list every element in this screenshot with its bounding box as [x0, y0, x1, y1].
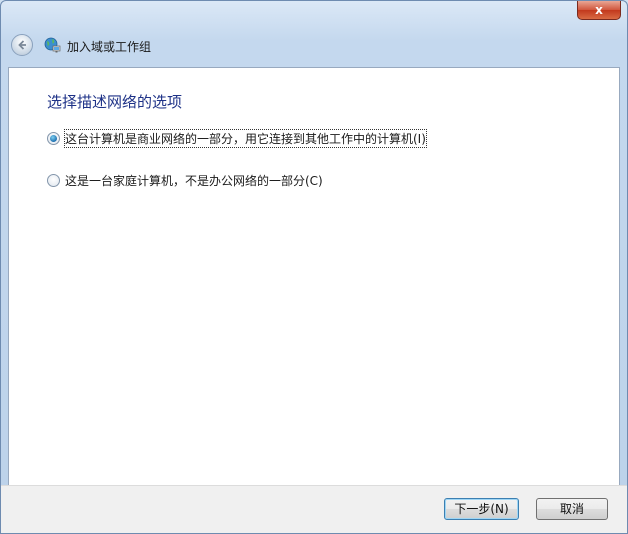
- home-computer-label[interactable]: 这是一台家庭计算机，不是办公网络的一部分(C): [65, 172, 323, 189]
- close-icon: x: [595, 3, 603, 17]
- home-computer-radio[interactable]: [47, 174, 60, 187]
- business-network-radio[interactable]: [47, 132, 60, 145]
- close-button[interactable]: x: [577, 1, 621, 20]
- wizard-content: 选择描述网络的选项 这台计算机是商业网络的一部分，用它连接到其他工作中的计算机(…: [8, 67, 620, 485]
- network-globe-icon: [44, 37, 61, 53]
- option-home-computer[interactable]: 这是一台家庭计算机，不是办公网络的一部分(C): [47, 172, 323, 189]
- page-title: 选择描述网络的选项: [47, 93, 183, 111]
- wizard-title: 加入域或工作组: [67, 40, 152, 54]
- back-button[interactable]: [11, 34, 33, 56]
- dialog-window: x 加入域或工作组 选择描述网络的选项 这台计算机是商业网络的一部分，用它连接到…: [0, 0, 628, 534]
- cancel-button[interactable]: 取消: [536, 498, 608, 520]
- wizard-header: 加入域或工作组: [1, 21, 627, 67]
- back-arrow-icon: [18, 40, 26, 50]
- wizard-footer: 下一步(N) 取消: [1, 485, 627, 533]
- business-network-label[interactable]: 这台计算机是商业网络的一部分，用它连接到其他工作中的计算机(I): [64, 129, 427, 148]
- option-business-network[interactable]: 这台计算机是商业网络的一部分，用它连接到其他工作中的计算机(I): [47, 129, 427, 148]
- next-button[interactable]: 下一步(N): [444, 498, 519, 520]
